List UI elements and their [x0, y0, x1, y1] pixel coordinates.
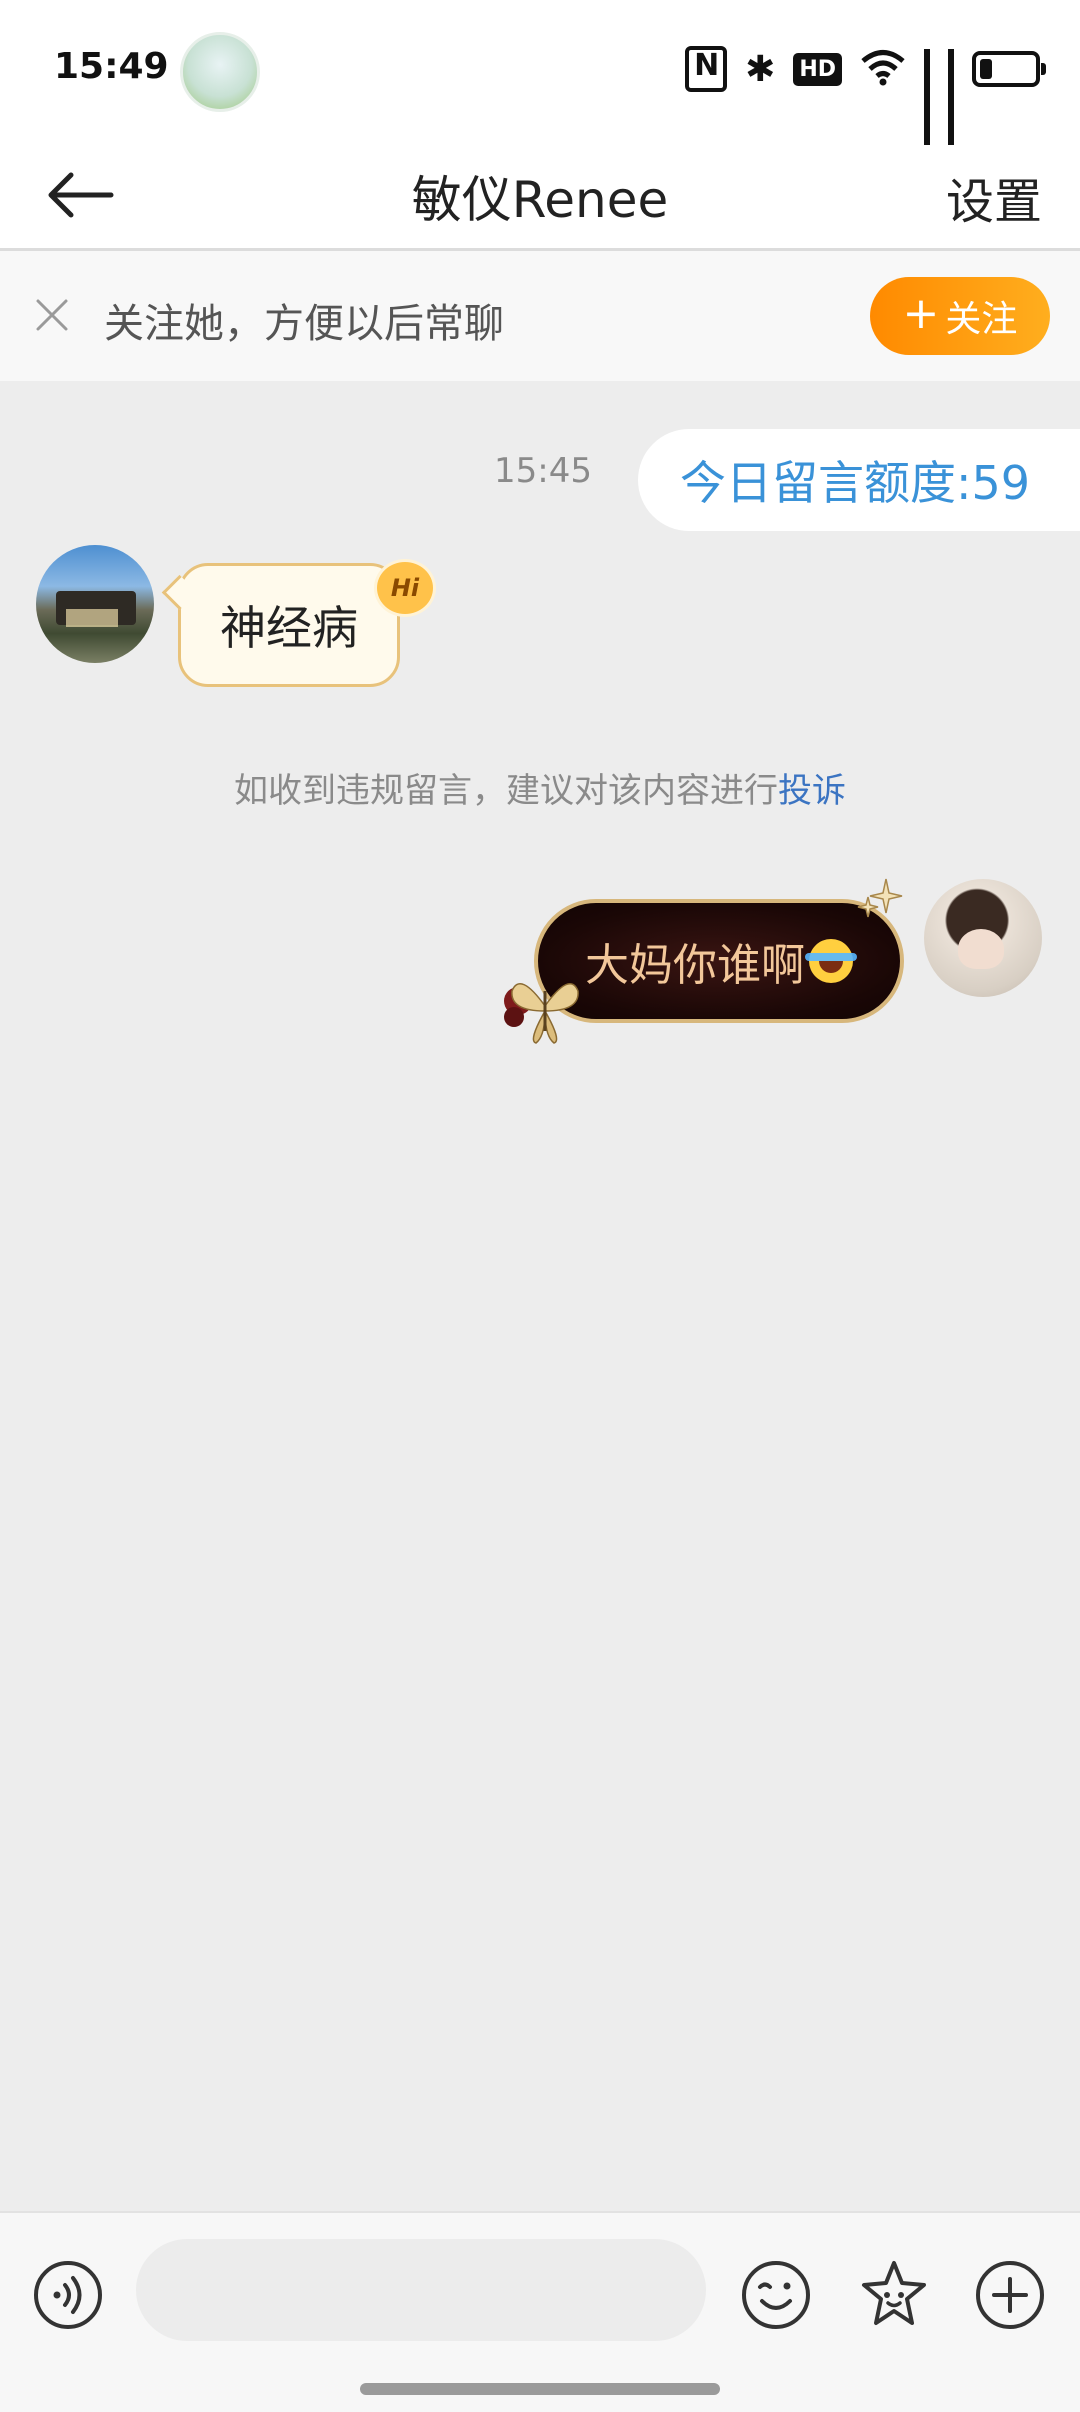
sparkle-icon	[857, 878, 903, 918]
bluetooth-icon: ✱	[745, 48, 776, 90]
message-input[interactable]	[136, 2239, 706, 2341]
close-banner-button[interactable]	[28, 291, 76, 339]
sticker-star-icon[interactable]	[856, 2257, 932, 2333]
quota-message: 今日留言额度:59	[638, 429, 1080, 531]
incoming-message-bubble[interactable]: 神经病	[178, 563, 400, 687]
emoji-icon[interactable]	[740, 2259, 812, 2331]
voice-icon[interactable]	[32, 2259, 104, 2331]
follow-button[interactable]: + 关注	[870, 277, 1050, 355]
follow-prompt-text: 关注她，方便以后常聊	[104, 301, 504, 347]
input-toolbar	[0, 2211, 1080, 2412]
follow-button-label: 关注	[945, 299, 1018, 340]
wifi-icon	[860, 48, 906, 90]
status-bar: 15:49 ✱ HD	[0, 0, 1080, 145]
add-more-icon[interactable]	[974, 2259, 1046, 2331]
home-indicator[interactable]	[360, 2383, 720, 2395]
report-notice-text: 如收到违规留言，建议对该内容进行	[234, 771, 778, 811]
my-avatar[interactable]	[924, 879, 1042, 997]
butterfly-rose-icon	[504, 983, 579, 1044]
report-link[interactable]: 投诉	[778, 771, 846, 811]
nfc-icon	[685, 46, 728, 92]
conversation-title: 敏仪Renee	[411, 171, 669, 229]
sender-avatar[interactable]	[36, 545, 154, 663]
status-time: 15:49	[54, 46, 169, 87]
status-icons: ✱ HD	[685, 44, 1046, 145]
outgoing-message-text: 大妈你谁啊	[585, 940, 805, 991]
5g-signal-icon	[948, 49, 954, 145]
status-notification-avatar	[180, 32, 260, 112]
nav-bar: 敏仪Renee 设置	[0, 140, 1080, 250]
plus-icon: +	[902, 288, 940, 339]
follow-banner: 关注她，方便以后常聊 + 关注	[0, 251, 1080, 381]
battery-icon	[972, 51, 1046, 87]
incoming-message-text: 神经病	[220, 601, 358, 655]
report-notice: 如收到违规留言，建议对该内容进行投诉	[0, 763, 1080, 812]
hi-badge-icon: Hi	[374, 559, 436, 617]
top-bar: 15:49 ✱ HD	[0, 0, 1080, 251]
chat-area[interactable]: 15:45 今日留言额度:59 神经病 Hi 如收到违规留言，建议对该内容进行投…	[0, 381, 1080, 2211]
rolling-laughing-emoji-icon	[805, 939, 857, 983]
message-timestamp: 15:45	[494, 451, 592, 491]
settings-button[interactable]: 设置	[946, 162, 1042, 232]
close-icon	[36, 299, 68, 331]
5g-signal-icon	[924, 49, 930, 145]
hd-icon: HD	[793, 52, 842, 86]
